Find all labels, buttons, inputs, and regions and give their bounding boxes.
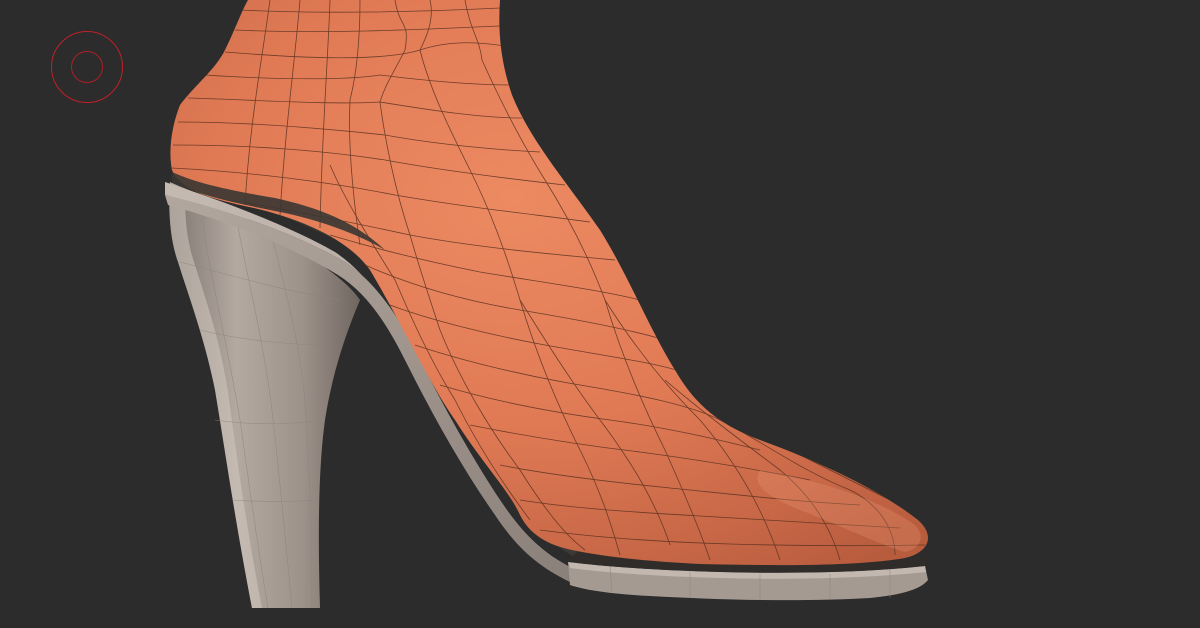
3d-viewport[interactable] xyxy=(0,0,1200,628)
brush-cursor-icon xyxy=(51,31,123,103)
scene-canvas[interactable] xyxy=(0,0,1200,628)
brush-inner-ring-icon xyxy=(71,51,103,83)
shoe-heel[interactable] xyxy=(169,182,360,609)
